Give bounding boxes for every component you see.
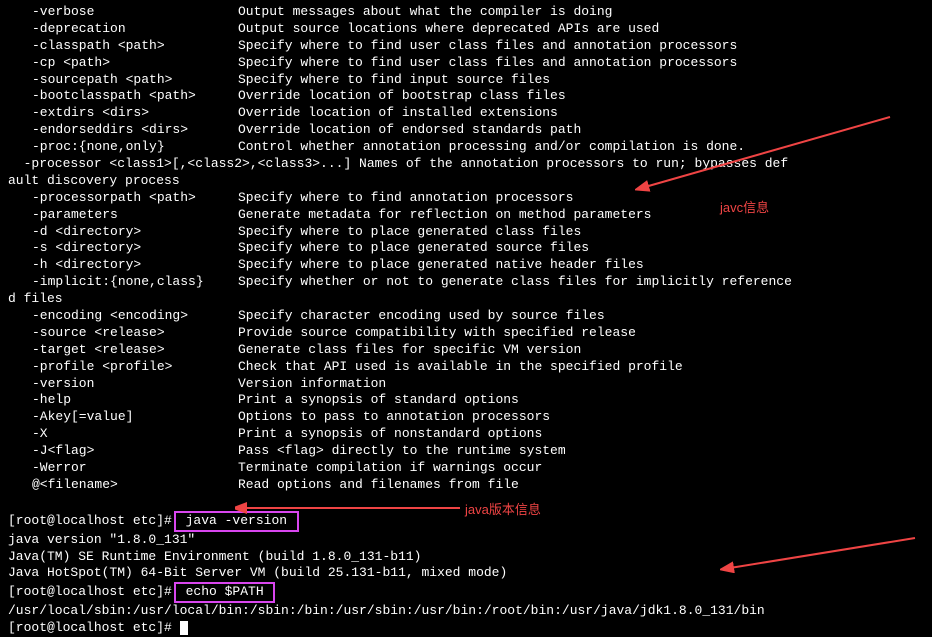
option-desc: Specify where to place generated native … xyxy=(238,257,644,274)
option-key: -Werror xyxy=(8,460,238,477)
option-key: -deprecation xyxy=(8,21,238,38)
option-line: -sourcepath <path>Specify where to find … xyxy=(8,72,924,89)
option-line: -parametersGenerate metadata for reflect… xyxy=(8,207,924,224)
option-line: @<filename>Read options and filenames fr… xyxy=(8,477,924,494)
option-desc: Specify where to find user class files a… xyxy=(238,55,737,72)
option-key: -verbose xyxy=(8,4,238,21)
option-key: -J<flag> xyxy=(8,443,238,460)
option-desc: Print a synopsis of nonstandard options xyxy=(238,426,542,443)
option-desc: Generate metadata for reflection on meth… xyxy=(238,207,651,224)
option-key: -help xyxy=(8,392,238,409)
option-desc: Override location of installed extension… xyxy=(238,105,558,122)
arrow-to-javc-annotation xyxy=(635,112,895,202)
option-line: -cp <path>Specify where to find user cla… xyxy=(8,55,924,72)
option-desc: Specify whether or not to generate class… xyxy=(238,274,792,291)
option-line: -h <directory>Specify where to place gen… xyxy=(8,257,924,274)
option-line: -deprecationOutput source locations wher… xyxy=(8,21,924,38)
option-key: -parameters xyxy=(8,207,238,224)
option-desc: Output messages about what the compiler … xyxy=(238,4,612,21)
option-line: -Akey[=value]Options to pass to annotati… xyxy=(8,409,924,426)
path-output: /usr/local/sbin:/usr/local/bin:/sbin:/bi… xyxy=(8,603,924,620)
option-key: -d <directory> xyxy=(8,224,238,241)
option-desc: Generate class files for specific VM ver… xyxy=(238,342,581,359)
option-key: -Akey[=value] xyxy=(8,409,238,426)
option-key: -proc:{none,only} xyxy=(8,139,238,156)
option-key: -s <directory> xyxy=(8,240,238,257)
option-desc: Provide source compatibility with specif… xyxy=(238,325,636,342)
option-desc: Specify where to find annotation process… xyxy=(238,190,573,207)
option-desc: Terminate compilation if warnings occur xyxy=(238,460,542,477)
option-desc: Check that API used is available in the … xyxy=(238,359,683,376)
highlight-echo-path-cmd: echo $PATH xyxy=(174,582,276,603)
option-desc: Pass <flag> directly to the runtime syst… xyxy=(238,443,566,460)
option-key: -sourcepath <path> xyxy=(8,72,238,89)
option-implicit-cont: d files xyxy=(8,291,924,308)
option-line: -target <release>Generate class files fo… xyxy=(8,342,924,359)
option-key: -bootclasspath <path> xyxy=(8,88,238,105)
option-key: -X xyxy=(8,426,238,443)
shell-prompt: [root@localhost etc]# xyxy=(8,620,172,635)
annotation-javc: javc信息 xyxy=(720,200,769,217)
annotation-java-version: java版本信息 xyxy=(465,502,541,519)
cursor xyxy=(180,621,188,635)
option-line: -profile <profile>Check that API used is… xyxy=(8,359,924,376)
option-key: @<filename> xyxy=(8,477,238,494)
option-key: -profile <profile> xyxy=(8,359,238,376)
option-line: -J<flag>Pass <flag> directly to the runt… xyxy=(8,443,924,460)
option-line: -s <directory>Specify where to place gen… xyxy=(8,240,924,257)
option-line: -classpath <path>Specify where to find u… xyxy=(8,38,924,55)
option-line: -versionVersion information xyxy=(8,376,924,393)
option-line: -helpPrint a synopsis of standard option… xyxy=(8,392,924,409)
option-desc: Override location of bootstrap class fil… xyxy=(238,88,566,105)
option-key: -processorpath <path> xyxy=(8,190,238,207)
option-desc: Specify where to place generated source … xyxy=(238,240,589,257)
arrow-to-path-output xyxy=(720,533,920,573)
option-key: -implicit:{none,class} xyxy=(8,274,238,291)
prompt-line-cursor[interactable]: [root@localhost etc]# xyxy=(8,620,924,637)
option-desc: Specify where to find user class files a… xyxy=(238,38,737,55)
shell-prompt: [root@localhost etc]# xyxy=(8,513,172,528)
option-desc: Specify where to find input source files xyxy=(238,72,550,89)
option-line: -verboseOutput messages about what the c… xyxy=(8,4,924,21)
option-line: -WerrorTerminate compilation if warnings… xyxy=(8,460,924,477)
option-desc: Specify where to place generated class f… xyxy=(238,224,581,241)
option-line: -bootclasspath <path>Override location o… xyxy=(8,88,924,105)
option-line: -source <release>Provide source compatib… xyxy=(8,325,924,342)
option-desc: Print a synopsis of standard options xyxy=(238,392,519,409)
option-desc: Version information xyxy=(238,376,386,393)
option-key: -target <release> xyxy=(8,342,238,359)
option-key: -encoding <encoding> xyxy=(8,308,238,325)
option-key: -h <directory> xyxy=(8,257,238,274)
option-desc: Output source locations where deprecated… xyxy=(238,21,659,38)
option-key: -version xyxy=(8,376,238,393)
option-desc: Specify character encoding used by sourc… xyxy=(238,308,605,325)
option-key: -extdirs <dirs> xyxy=(8,105,238,122)
arrow-to-java-version-output xyxy=(235,490,465,520)
option-key: -classpath <path> xyxy=(8,38,238,55)
option-key: -source <release> xyxy=(8,325,238,342)
option-key: -cp <path> xyxy=(8,55,238,72)
option-key: -endorseddirs <dirs> xyxy=(8,122,238,139)
option-implicit: -implicit:{none,class} Specify whether o… xyxy=(8,274,924,291)
option-line: -XPrint a synopsis of nonstandard option… xyxy=(8,426,924,443)
option-line: -encoding <encoding>Specify character en… xyxy=(8,308,924,325)
shell-prompt: [root@localhost etc]# xyxy=(8,584,172,599)
option-line: -d <directory>Specify where to place gen… xyxy=(8,224,924,241)
prompt-line-echo-path: [root@localhost etc]# echo $PATH xyxy=(8,582,924,603)
option-desc: Options to pass to annotation processors xyxy=(238,409,550,426)
option-desc: Override location of endorsed standards … xyxy=(238,122,581,139)
